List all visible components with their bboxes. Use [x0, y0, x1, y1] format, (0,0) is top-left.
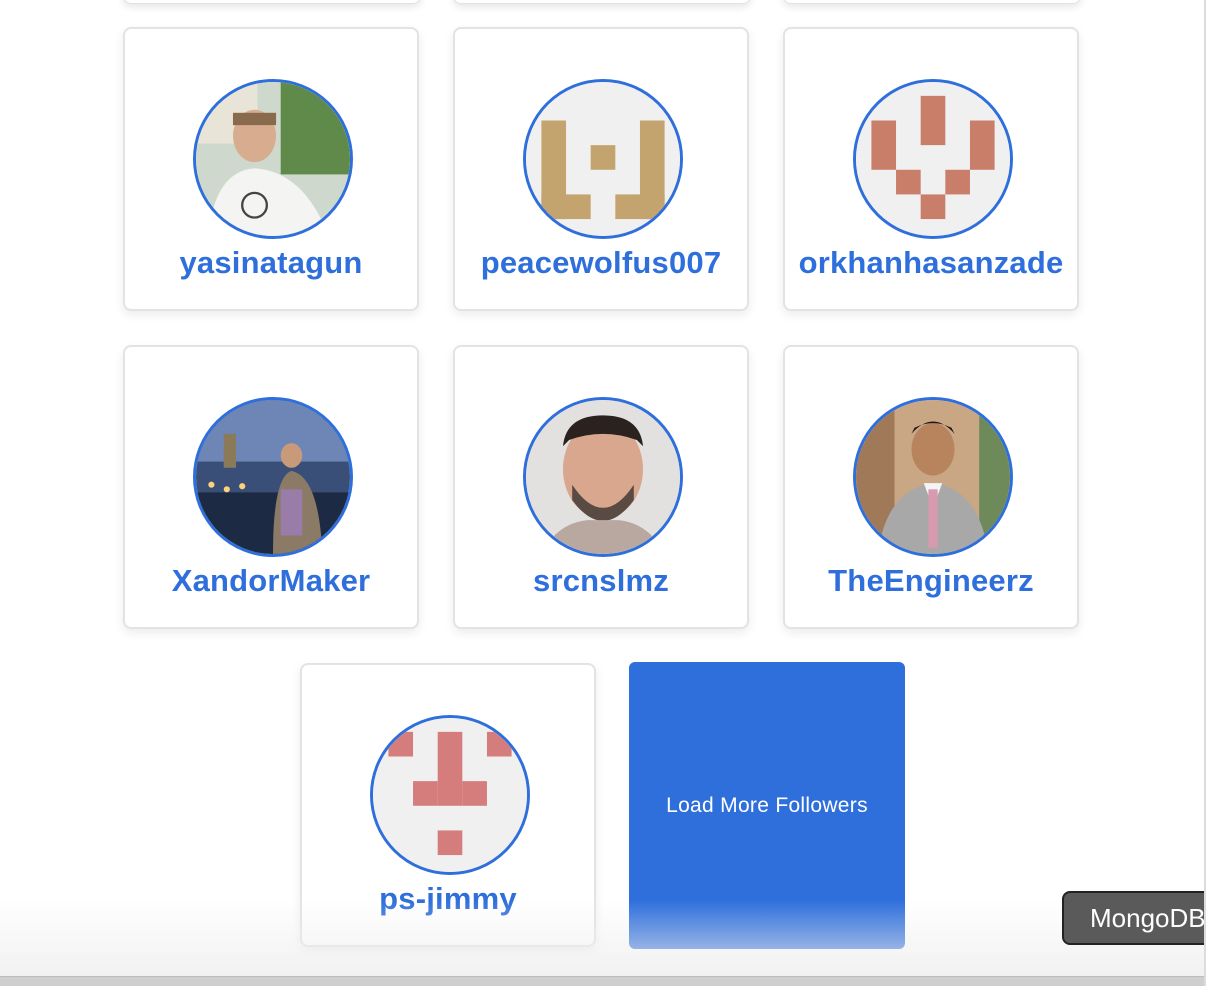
window-bottom-bar — [0, 976, 1206, 986]
follower-username[interactable]: yasinatagun — [105, 245, 437, 281]
follower-card[interactable]: yasinatagun — [123, 27, 419, 311]
identicon-icon — [373, 718, 527, 872]
follower-card[interactable]: peacewolfus007 — [453, 27, 749, 311]
follower-card-partial[interactable] — [123, 0, 421, 4]
identicon-icon — [856, 82, 1010, 236]
mongodb-chip[interactable]: MongoDB — [1062, 891, 1206, 945]
follower-card[interactable]: orkhanhasanzade — [783, 27, 1079, 311]
follower-card-partial[interactable] — [783, 0, 1081, 4]
identicon-icon — [526, 82, 680, 236]
person-photo-icon — [196, 82, 350, 236]
person-photo-icon — [196, 400, 350, 554]
follower-card-partial[interactable] — [453, 0, 751, 4]
follower-avatar[interactable] — [193, 79, 353, 239]
follower-username[interactable]: XandorMaker — [105, 563, 437, 599]
follower-avatar[interactable] — [193, 397, 353, 557]
follower-username[interactable]: TheEngineerz — [765, 563, 1097, 599]
follower-card[interactable]: srcnslmz — [453, 345, 749, 629]
follower-avatar[interactable] — [523, 397, 683, 557]
follower-username[interactable]: peacewolfus007 — [435, 245, 767, 281]
follower-card[interactable]: TheEngineerz — [783, 345, 1079, 629]
person-photo-icon — [856, 400, 1010, 554]
follower-username[interactable]: srcnslmz — [435, 563, 767, 599]
follower-card[interactable]: ps-jimmy — [300, 663, 596, 947]
follower-username[interactable]: orkhanhasanzade — [765, 245, 1097, 281]
follower-avatar[interactable] — [370, 715, 530, 875]
followers-page: yasinatagun peacewolfus007 orkhanhasanza… — [0, 0, 1206, 986]
follower-avatar[interactable] — [853, 79, 1013, 239]
person-photo-icon — [526, 400, 680, 554]
follower-card[interactable]: XandorMaker — [123, 345, 419, 629]
follower-avatar[interactable] — [523, 79, 683, 239]
follower-avatar[interactable] — [853, 397, 1013, 557]
load-more-followers-button[interactable]: Load More Followers — [629, 662, 905, 949]
follower-username[interactable]: ps-jimmy — [282, 881, 614, 917]
